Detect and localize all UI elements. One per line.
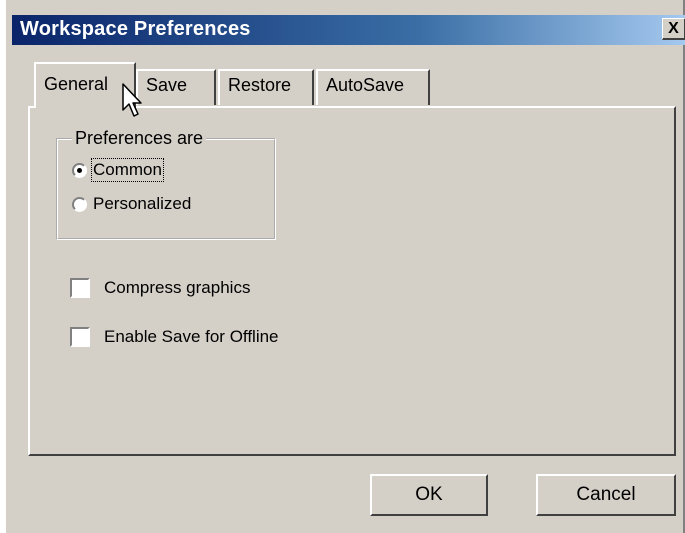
- cancel-button-label: Cancel: [576, 484, 636, 505]
- radio-button-icon[interactable]: [72, 162, 87, 178]
- radio-common-label: Common: [91, 158, 164, 182]
- ok-button-label: OK: [415, 484, 443, 505]
- radio-personalized-label: Personalized: [93, 194, 192, 213]
- checkbox-enable-save-offline-label: Enable Save for Offline: [104, 327, 279, 346]
- preferences-groupbox: Preferences are Common Personalized: [56, 128, 276, 240]
- tab-restore-label: Restore: [228, 75, 292, 95]
- checkbox-icon[interactable]: [70, 327, 90, 347]
- radio-personalized[interactable]: Personalized: [72, 194, 191, 214]
- arrow-pointer-icon: [122, 83, 142, 117]
- tab-general[interactable]: General: [34, 62, 136, 108]
- close-icon: X: [668, 19, 679, 37]
- title-bar[interactable]: Workspace Preferences X: [12, 15, 685, 45]
- checkbox-enable-save-offline[interactable]: Enable Save for Offline: [70, 327, 279, 347]
- group-label: Preferences are: [72, 128, 207, 149]
- radio-button-icon[interactable]: [72, 196, 87, 212]
- workspace-preferences-dialog: Workspace Preferences X General Save Res…: [0, 0, 685, 533]
- checkbox-icon[interactable]: [70, 278, 90, 298]
- tab-restore[interactable]: Restore: [218, 69, 314, 105]
- dialog-title: Workspace Preferences: [20, 18, 251, 40]
- checkbox-compress-graphics[interactable]: Compress graphics: [70, 278, 250, 298]
- tab-save[interactable]: Save: [136, 69, 216, 105]
- close-button[interactable]: X: [662, 18, 685, 40]
- checkbox-compress-graphics-label: Compress graphics: [104, 278, 251, 297]
- radio-selected-dot: [77, 167, 82, 173]
- radio-common[interactable]: Common: [72, 158, 164, 182]
- tab-general-label: General: [44, 74, 109, 94]
- cancel-button[interactable]: Cancel: [536, 474, 676, 516]
- general-tab-panel: Preferences are Common Personalized Comp…: [28, 106, 676, 456]
- tab-autosave[interactable]: AutoSave: [316, 69, 430, 105]
- tab-save-label: Save: [146, 75, 188, 95]
- tab-autosave-label: AutoSave: [326, 75, 405, 95]
- ok-button[interactable]: OK: [370, 474, 488, 516]
